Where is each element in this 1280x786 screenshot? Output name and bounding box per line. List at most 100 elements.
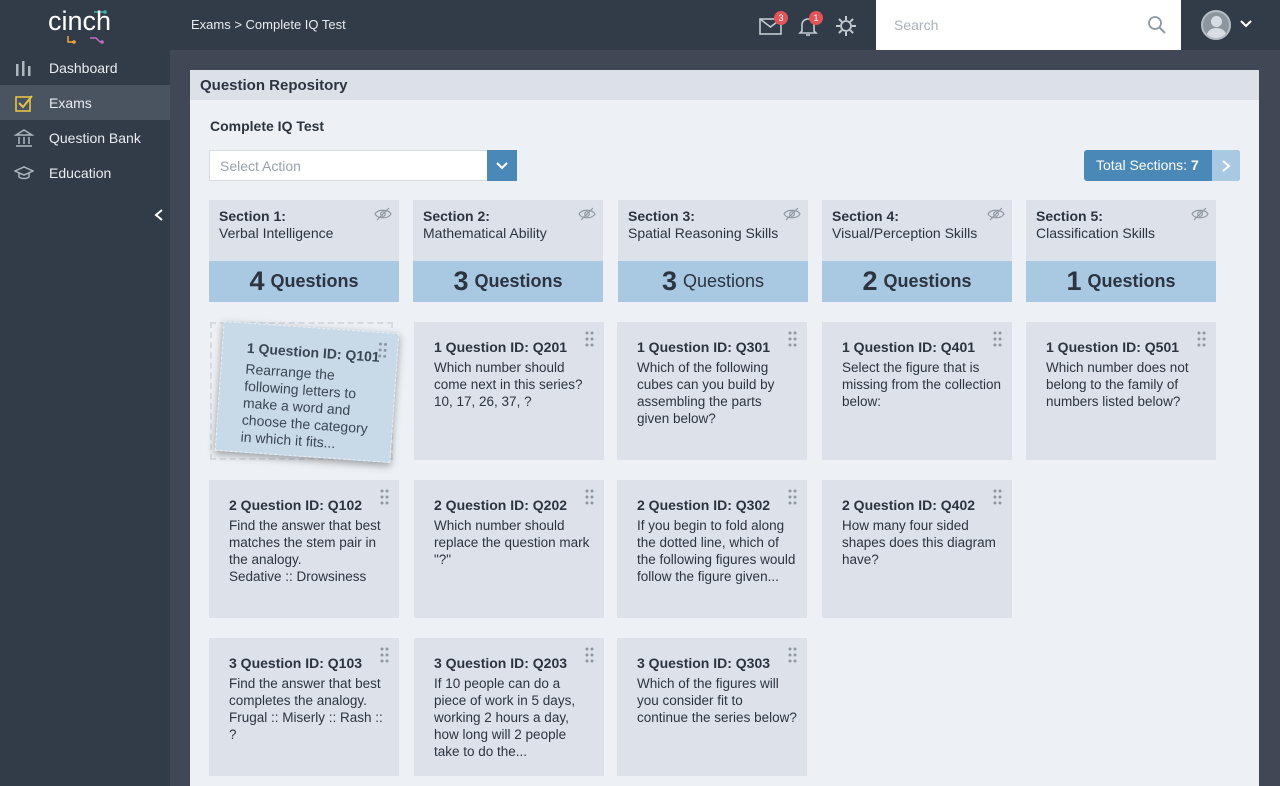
- question-text: Select the figure that is missing from t…: [842, 360, 1002, 409]
- question-text: If you begin to fold along the dotted li…: [637, 518, 796, 584]
- question-card[interactable]: 1 Question ID: Q301 Which of the followi…: [617, 322, 807, 460]
- mail-badge: 3: [774, 11, 788, 25]
- sidebar-item-label: Dashboard: [49, 60, 118, 76]
- drag-handle-icon[interactable]: [788, 331, 797, 347]
- section-question-count: 3 Questions: [618, 261, 808, 302]
- question-text: Find the answer that best matches the st…: [229, 518, 381, 584]
- section-count-label: Questions: [474, 271, 563, 291]
- eye-slash-icon[interactable]: [578, 207, 596, 221]
- drag-handle-icon[interactable]: [1197, 331, 1206, 347]
- question-card[interactable]: 3 Question ID: Q103 Find the answer that…: [209, 638, 399, 776]
- drag-handle-icon[interactable]: [585, 331, 594, 347]
- question-card[interactable]: 2 Question ID: Q402 How many four sided …: [822, 480, 1012, 618]
- graduation-cap-icon: [14, 166, 34, 180]
- search-icon[interactable]: [1147, 15, 1167, 35]
- sidebar: Dashboard Exams Question Bank Education: [0, 50, 170, 786]
- total-sections-button[interactable]: Total Sections: 7: [1084, 150, 1240, 181]
- question-title: 2 Question ID: Q202: [434, 497, 568, 513]
- question-title: 1 Question ID: Q301: [637, 339, 771, 355]
- page-title: Question Repository: [200, 77, 348, 94]
- question-text: Find the answer that best completes the …: [229, 676, 383, 742]
- question-title: 1 Question ID: Q501: [1046, 339, 1180, 355]
- sidebar-item-education[interactable]: Education: [0, 155, 170, 190]
- question-card[interactable]: 1 Question ID: Q401 Select the figure th…: [822, 322, 1012, 460]
- sidebar-item-label: Exams: [49, 95, 92, 111]
- settings-button[interactable]: [834, 14, 858, 38]
- question-card[interactable]: 1 Question ID: Q501 Which number does no…: [1026, 322, 1216, 460]
- cinch-logo[interactable]: cinch: [44, 4, 114, 46]
- notification-badge: 1: [809, 11, 823, 25]
- section-subtitle: Spatial Reasoning Skills: [628, 225, 779, 241]
- drag-handle-icon[interactable]: [378, 342, 388, 359]
- search-box: [876, 0, 1181, 50]
- bar-chart-icon: [16, 61, 31, 76]
- next-section-button[interactable]: [1212, 150, 1240, 181]
- section-name: Section 3:: [628, 208, 695, 224]
- section-subtitle: Mathematical Ability: [423, 225, 547, 241]
- eye-slash-icon[interactable]: [783, 207, 801, 221]
- question-card[interactable]: 2 Question ID: Q202 Which number should …: [414, 480, 604, 618]
- question-card[interactable]: 3 Question ID: Q303 Which of the figures…: [617, 638, 807, 776]
- question-title: 3 Question ID: Q203: [434, 655, 568, 671]
- question-title: 3 Question ID: Q303: [637, 655, 771, 671]
- drag-handle-icon[interactable]: [380, 489, 389, 505]
- select-action-dropdown[interactable]: Select Action: [209, 150, 517, 181]
- section-count-number: 1: [1066, 266, 1082, 296]
- section-card-4[interactable]: Section 4: Visual/Perception Skills 2 Que…: [822, 200, 1012, 302]
- drag-handle-icon[interactable]: [993, 489, 1002, 505]
- breadcrumb[interactable]: Exams > Complete IQ Test: [191, 17, 346, 32]
- sidebar-item-label: Education: [49, 165, 112, 181]
- total-sections-label: Total Sections:: [1096, 157, 1191, 173]
- top-bar: cinch Exams > Complete IQ Test 3 1: [0, 0, 1280, 50]
- question-repository-panel: Question Repository Complete IQ Test Sel…: [190, 70, 1259, 786]
- question-text: Which of the figures will you consider f…: [637, 676, 797, 725]
- section-card-2[interactable]: Section 2: Mathematical Ability 3 Questio…: [413, 200, 603, 302]
- question-card-dragging[interactable]: 1 Question ID: Q101 Rearrange the follow…: [214, 321, 400, 463]
- section-count-number: 4: [249, 266, 265, 296]
- section-card-5[interactable]: Section 5: Classification Skills 1 Questi…: [1026, 200, 1216, 302]
- section-question-count: 1 Questions: [1026, 261, 1216, 302]
- sidebar-item-exams[interactable]: Exams: [0, 85, 170, 120]
- total-sections-value: 7: [1190, 157, 1199, 173]
- gear-icon: [836, 16, 856, 36]
- sidebar-item-dashboard[interactable]: Dashboard: [0, 50, 170, 85]
- section-name: Section 5:: [1036, 208, 1103, 224]
- bank-icon: [14, 129, 34, 147]
- section-question-count: 2 Questions: [822, 261, 1012, 302]
- chevron-right-icon: [1222, 160, 1231, 172]
- question-text: Which of the following cubes can you bui…: [637, 360, 775, 426]
- avatar: [1201, 10, 1231, 40]
- question-title: 1 Question ID: Q401: [842, 339, 976, 355]
- drag-handle-icon[interactable]: [788, 647, 797, 663]
- eye-slash-icon[interactable]: [374, 207, 392, 221]
- search-input[interactable]: [894, 14, 1144, 36]
- chevron-left-icon[interactable]: [152, 208, 166, 222]
- question-card[interactable]: 3 Question ID: Q203 If 10 people can do …: [414, 638, 604, 776]
- drag-handle-icon[interactable]: [380, 647, 389, 663]
- eye-slash-icon[interactable]: [1191, 207, 1209, 221]
- section-subtitle: Visual/Perception Skills: [832, 225, 978, 241]
- question-title: 3 Question ID: Q103: [229, 655, 363, 671]
- section-count-label: Questions: [883, 271, 972, 291]
- test-title: Complete IQ Test: [210, 118, 325, 134]
- question-title: 2 Question ID: Q402: [842, 497, 976, 513]
- section-card-3[interactable]: Section 3: Spatial Reasoning Skills 3 Que…: [618, 200, 808, 302]
- question-card[interactable]: 2 Question ID: Q302 If you begin to fold…: [617, 480, 807, 618]
- eye-slash-icon[interactable]: [987, 207, 1005, 221]
- user-menu[interactable]: [1181, 0, 1280, 50]
- drag-handle-icon[interactable]: [993, 331, 1002, 347]
- section-count-label: Questions: [1087, 271, 1176, 291]
- drag-handle-icon[interactable]: [585, 647, 594, 663]
- drag-handle-icon[interactable]: [585, 489, 594, 505]
- section-card-1[interactable]: Section 1: Verbal Intelligence 4 Question…: [209, 200, 399, 302]
- select-action-toggle[interactable]: [487, 150, 517, 181]
- checklist-icon: [15, 95, 33, 112]
- sidebar-item-question-bank[interactable]: Question Bank: [0, 120, 170, 155]
- notifications-button[interactable]: 1: [797, 11, 823, 38]
- mail-button[interactable]: 3: [759, 11, 788, 38]
- drag-handle-icon[interactable]: [788, 489, 797, 505]
- question-card[interactable]: 1 Question ID: Q201 Which number should …: [414, 322, 604, 460]
- question-text: How many four sided shapes does this dia…: [842, 518, 996, 567]
- question-card[interactable]: 2 Question ID: Q102 Find the answer that…: [209, 480, 399, 618]
- section-name: Section 1:: [219, 208, 286, 224]
